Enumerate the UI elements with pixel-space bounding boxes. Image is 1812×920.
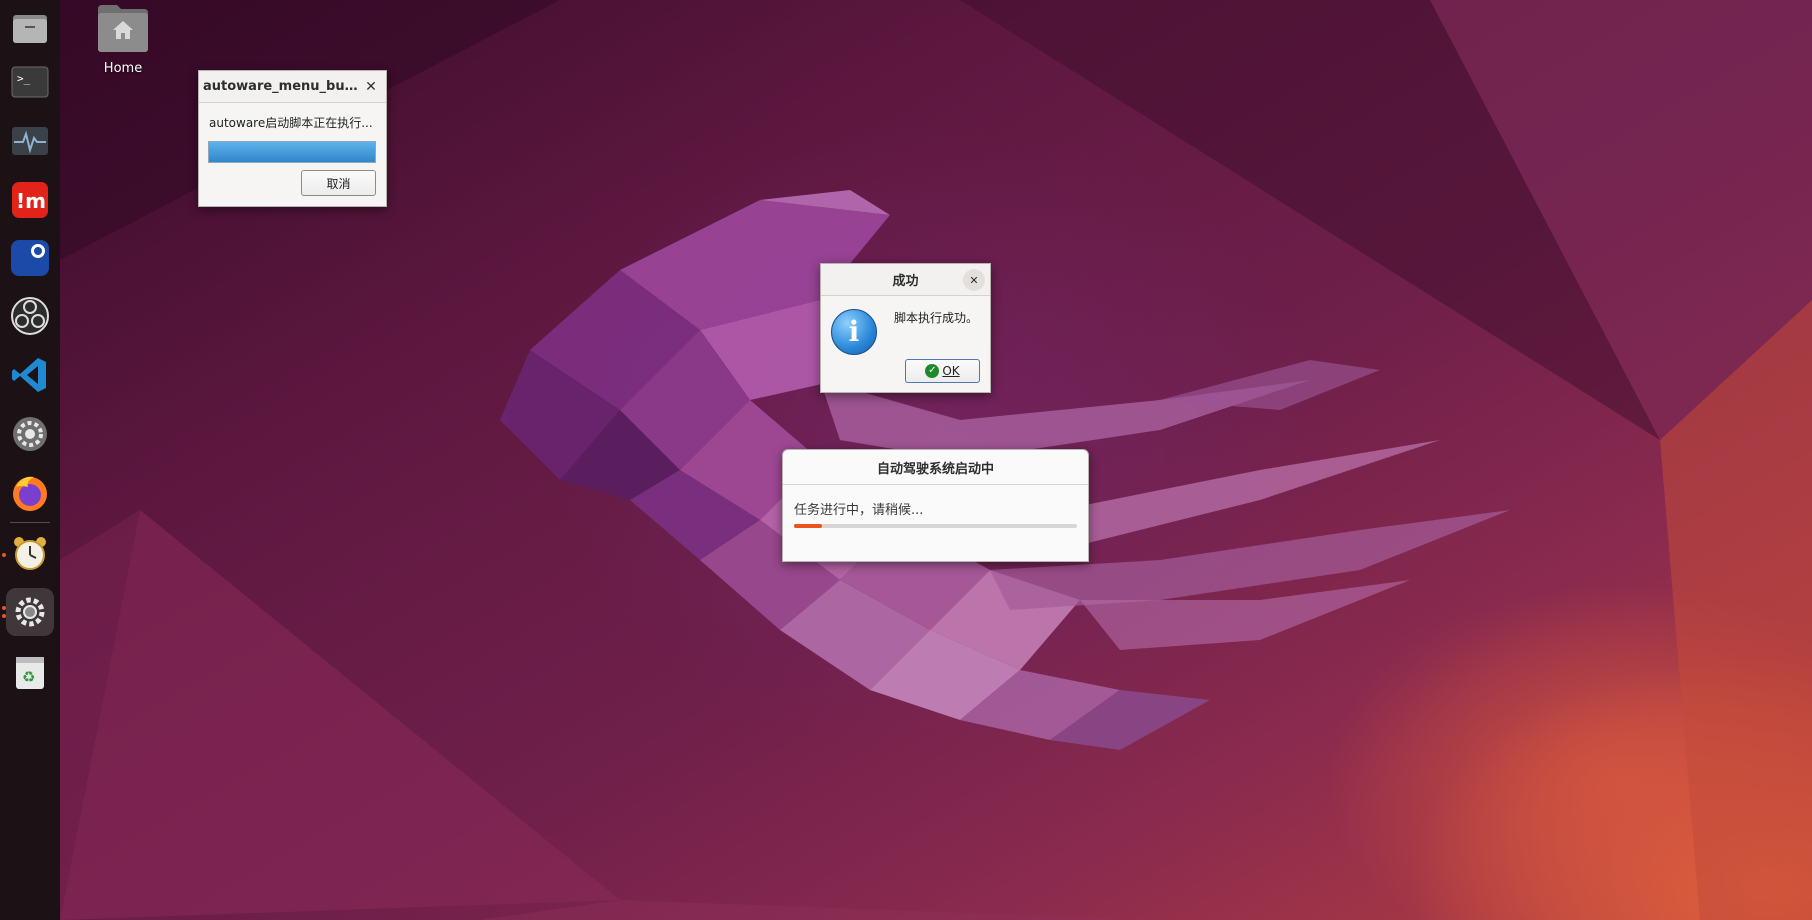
- dock-item-vscode[interactable]: [6, 351, 54, 399]
- dialog-titlebar: 成功 ✕: [821, 264, 990, 296]
- dock-item-firefox[interactable]: [6, 469, 54, 517]
- success-dialog: 成功 ✕ i 脚本执行成功。 ✓ OK: [820, 263, 991, 393]
- ok-button[interactable]: ✓ OK: [905, 359, 980, 383]
- dock-item-settings[interactable]: [6, 410, 54, 458]
- dialog-titlebar: autoware_menu_but... ✕: [199, 71, 386, 103]
- dialog-title: 成功: [892, 274, 919, 289]
- home-label: Home: [103, 61, 143, 76]
- progress-bar-track: [794, 524, 1077, 528]
- dialog-message: 脚本执行成功。: [894, 311, 979, 325]
- home-folder-icon: [98, 5, 148, 52]
- dock-item-files[interactable]: [6, 4, 54, 52]
- dialog-message: 任务进行中，请稍候...: [794, 503, 924, 518]
- settings-active-icon: [15, 597, 45, 627]
- settings-gear-icon: [13, 417, 47, 451]
- dock-item-terminal[interactable]: >_: [6, 58, 54, 106]
- dialog-title: 自动驾驶系统启动中: [876, 461, 994, 477]
- progress-bar-fill: [209, 142, 375, 162]
- remote-desktop-icon: [11, 240, 49, 276]
- dock-item-system-monitor[interactable]: [6, 117, 54, 165]
- autoware-progress-dialog: autoware_menu_but... ✕ autoware启动脚本正在执行.…: [198, 70, 387, 207]
- close-icon: ✕: [365, 79, 377, 95]
- close-icon: ✕: [969, 273, 979, 287]
- dock-item-im-app[interactable]: !m: [6, 176, 54, 224]
- startup-progress-dialog: 自动驾驶系统启动中 任务进行中，请稍候...: [782, 449, 1089, 562]
- system-monitor-icon: [12, 127, 48, 155]
- dock-item-settings-active[interactable]: [6, 588, 54, 636]
- firefox-icon: [13, 476, 47, 511]
- files-icon: [13, 15, 47, 43]
- info-icon: i: [831, 309, 877, 355]
- progress-bar-track: [208, 141, 376, 163]
- progress-bar-fill: [794, 524, 823, 528]
- dock-item-trash[interactable]: ♻: [6, 648, 54, 696]
- dock-item-obs[interactable]: [6, 292, 54, 340]
- ok-label: OK: [942, 364, 960, 378]
- alarm-clock-icon: [14, 537, 46, 570]
- dock-item-alarm-clock[interactable]: [6, 529, 54, 577]
- check-icon: ✓: [925, 364, 940, 378]
- dock: >_ !m ♻: [0, 0, 60, 920]
- dialog-message: autoware启动脚本正在执行...: [209, 116, 373, 130]
- im-app-icon: !m: [12, 182, 48, 218]
- dialog-title: autoware_menu_but...: [203, 79, 359, 94]
- desktop-home-icon[interactable]: Home: [90, 3, 156, 76]
- svg-text:!m: !m: [16, 189, 46, 213]
- dock-item-remote-desktop[interactable]: [6, 234, 54, 282]
- terminal-icon: >_: [11, 66, 49, 98]
- vscode-icon: [12, 358, 46, 392]
- trash-icon: ♻: [16, 657, 44, 689]
- cancel-button[interactable]: 取消: [301, 170, 376, 196]
- dialog-titlebar: 自动驾驶系统启动中: [783, 450, 1088, 485]
- svg-text:>_: >_: [17, 72, 31, 85]
- obs-studio-icon: [11, 297, 49, 335]
- close-button[interactable]: ✕: [360, 76, 382, 98]
- close-button[interactable]: ✕: [963, 269, 985, 291]
- svg-text:♻: ♻: [22, 668, 35, 686]
